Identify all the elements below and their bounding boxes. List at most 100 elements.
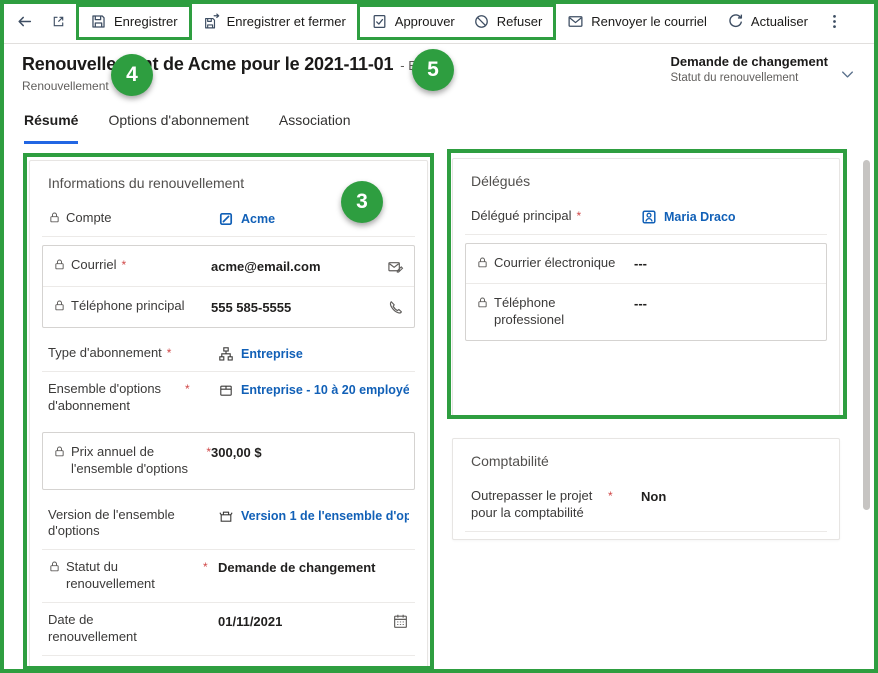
contact-field-group: Courriel * acme@email.com Téléphone prin…: [42, 245, 415, 328]
form-header: Renouvellement de Acme pour le 2021-11-0…: [0, 44, 878, 106]
field-value[interactable]: 300,00 $: [211, 444, 404, 460]
more-vertical-icon: [826, 13, 843, 30]
annotation-box-approve-refuse: Approuver Refuser: [357, 4, 557, 40]
save-and-close-icon: [203, 13, 220, 30]
field-value[interactable]: Version 1 de l'ensemble d'optio...: [218, 507, 409, 524]
person-icon: [641, 209, 657, 225]
field-row-date-rappel: Date de rappel ---: [42, 656, 415, 673]
command-bar: Enregistrer Enregistrer et fermer Approu…: [0, 0, 878, 44]
back-button[interactable]: [8, 6, 40, 38]
version-link[interactable]: Version 1 de l'ensemble d'optio...: [241, 509, 409, 523]
field-label: Courrier électronique: [476, 255, 634, 272]
field-row-telephone-professionel: Téléphone professionel ---: [466, 283, 826, 340]
field-value[interactable]: 555 585-5555: [211, 298, 404, 316]
header-status-field[interactable]: Demande de changement Statut du renouvel…: [671, 54, 829, 84]
subscription-type-link[interactable]: Entreprise: [241, 347, 303, 361]
mail-icon: [567, 13, 584, 30]
refuse-button[interactable]: Refuser: [464, 5, 552, 39]
resend-email-button[interactable]: Renvoyer le courriel: [558, 5, 716, 39]
field-row-date-renouvellement: Date de renouvellement 01/11/2021: [42, 603, 415, 656]
required-marker: *: [185, 381, 190, 415]
status-value: Demande de changement: [671, 54, 829, 69]
form-tabs: Résumé Options d'abonnement Association: [0, 106, 878, 144]
field-row-outrepasser: Outrepasser le projet pour la comptabili…: [465, 479, 827, 532]
field-row-telephone-principal: Téléphone principal 555 585-5555: [43, 286, 414, 327]
field-label: Version de l'ensemble d'options: [48, 507, 218, 541]
account-icon: [218, 211, 234, 227]
save-and-close-button[interactable]: Enregistrer et fermer: [194, 5, 355, 39]
save-icon: [90, 13, 107, 30]
phone-icon[interactable]: [387, 299, 404, 316]
calendar-icon[interactable]: [392, 613, 409, 630]
field-label: Ensemble d'options d'abonnement *: [48, 381, 218, 415]
account-link[interactable]: Acme: [241, 212, 275, 226]
field-label: Téléphone principal: [53, 298, 211, 315]
calendar-icon[interactable]: [392, 666, 409, 673]
required-marker: *: [122, 257, 127, 274]
field-label: Date de rappel: [48, 665, 218, 673]
refresh-button[interactable]: Actualiser: [718, 5, 817, 39]
more-commands-button[interactable]: [819, 6, 851, 38]
field-label: Courriel *: [53, 257, 211, 274]
page-title: Renouvellement de Acme pour le 2021-11-0…: [22, 54, 393, 75]
field-value[interactable]: ---: [634, 295, 816, 311]
required-marker: *: [203, 559, 208, 593]
annotation-box-save: Enregistrer: [76, 4, 192, 40]
email-compose-icon[interactable]: [387, 258, 404, 275]
tab-resume[interactable]: Résumé: [24, 112, 78, 144]
field-row-version-ensemble: Version de l'ensemble d'options Version …: [42, 498, 415, 551]
section-title-renewal: Informations du renouvellement: [42, 167, 415, 201]
required-marker: *: [167, 345, 172, 362]
popout-icon: [51, 14, 66, 29]
field-row-courriel: Courriel * acme@email.com: [43, 246, 414, 286]
field-label: Prix annuel de l'ensemble d'options *: [53, 444, 211, 478]
tab-association[interactable]: Association: [279, 112, 351, 144]
field-label: Statut du renouvellement *: [48, 559, 218, 593]
back-arrow-icon: [16, 13, 33, 30]
field-value[interactable]: ---: [218, 665, 409, 673]
field-label: Délégué principal *: [471, 208, 641, 225]
popout-button[interactable]: [42, 6, 74, 38]
approve-button[interactable]: Approuver: [362, 5, 464, 39]
delegate-link[interactable]: Maria Draco: [664, 210, 736, 224]
field-value[interactable]: Acme: [218, 210, 409, 227]
lock-icon: [48, 211, 61, 224]
lock-icon: [476, 296, 489, 309]
tab-options-abonnement[interactable]: Options d'abonnement: [108, 112, 248, 144]
accounting-section: Comptabilité Outrepasser le projet pour …: [452, 438, 840, 540]
org-chart-icon: [218, 346, 234, 362]
field-value[interactable]: Entreprise - 10 à 20 employés: [218, 381, 409, 398]
lock-icon: [476, 256, 489, 269]
version-box-icon: [218, 508, 234, 524]
field-row-delegue-principal: Délégué principal * Maria Draco: [465, 199, 827, 235]
dynamics-renewal-form-window: Enregistrer Enregistrer et fermer Approu…: [0, 0, 878, 673]
refresh-icon: [727, 13, 744, 30]
lock-icon: [53, 299, 66, 312]
refuse-icon: [473, 13, 490, 30]
field-row-type-abonnement: Type d'abonnement * Entreprise: [42, 336, 415, 372]
price-field-group: Prix annuel de l'ensemble d'options * 30…: [42, 432, 415, 490]
field-value[interactable]: Non: [641, 488, 821, 504]
save-status-text: - Enr: [400, 58, 428, 73]
field-value[interactable]: acme@email.com: [211, 257, 404, 275]
delegate-contact-group: Courrier électronique --- Téléphone prof…: [465, 243, 827, 341]
renewal-info-section: Informations du renouvellement Compte Ac…: [29, 160, 428, 673]
approve-icon: [371, 13, 388, 30]
section-title-delegates: Délégués: [465, 165, 827, 199]
field-value[interactable]: ---: [634, 255, 816, 271]
option-set-box-icon: [218, 382, 234, 398]
chevron-down-icon[interactable]: [839, 66, 856, 83]
resend-email-label: Renvoyer le courriel: [591, 14, 707, 29]
save-button[interactable]: Enregistrer: [81, 5, 187, 39]
field-value[interactable]: Entreprise: [218, 345, 409, 362]
field-value[interactable]: Demande de changement: [218, 559, 409, 575]
field-value[interactable]: Maria Draco: [641, 208, 821, 225]
field-label: Outrepasser le projet pour la comptabili…: [471, 488, 641, 522]
field-value[interactable]: 01/11/2021: [218, 612, 409, 630]
field-row-ensemble-options: Ensemble d'options d'abonnement * Entrep…: [42, 372, 415, 424]
section-title-accounting: Comptabilité: [465, 445, 827, 479]
option-set-link[interactable]: Entreprise - 10 à 20 employés: [241, 383, 409, 397]
required-marker: *: [608, 488, 613, 522]
vertical-scrollbar-thumb[interactable]: [863, 160, 870, 510]
save-and-close-label: Enregistrer et fermer: [227, 14, 346, 29]
